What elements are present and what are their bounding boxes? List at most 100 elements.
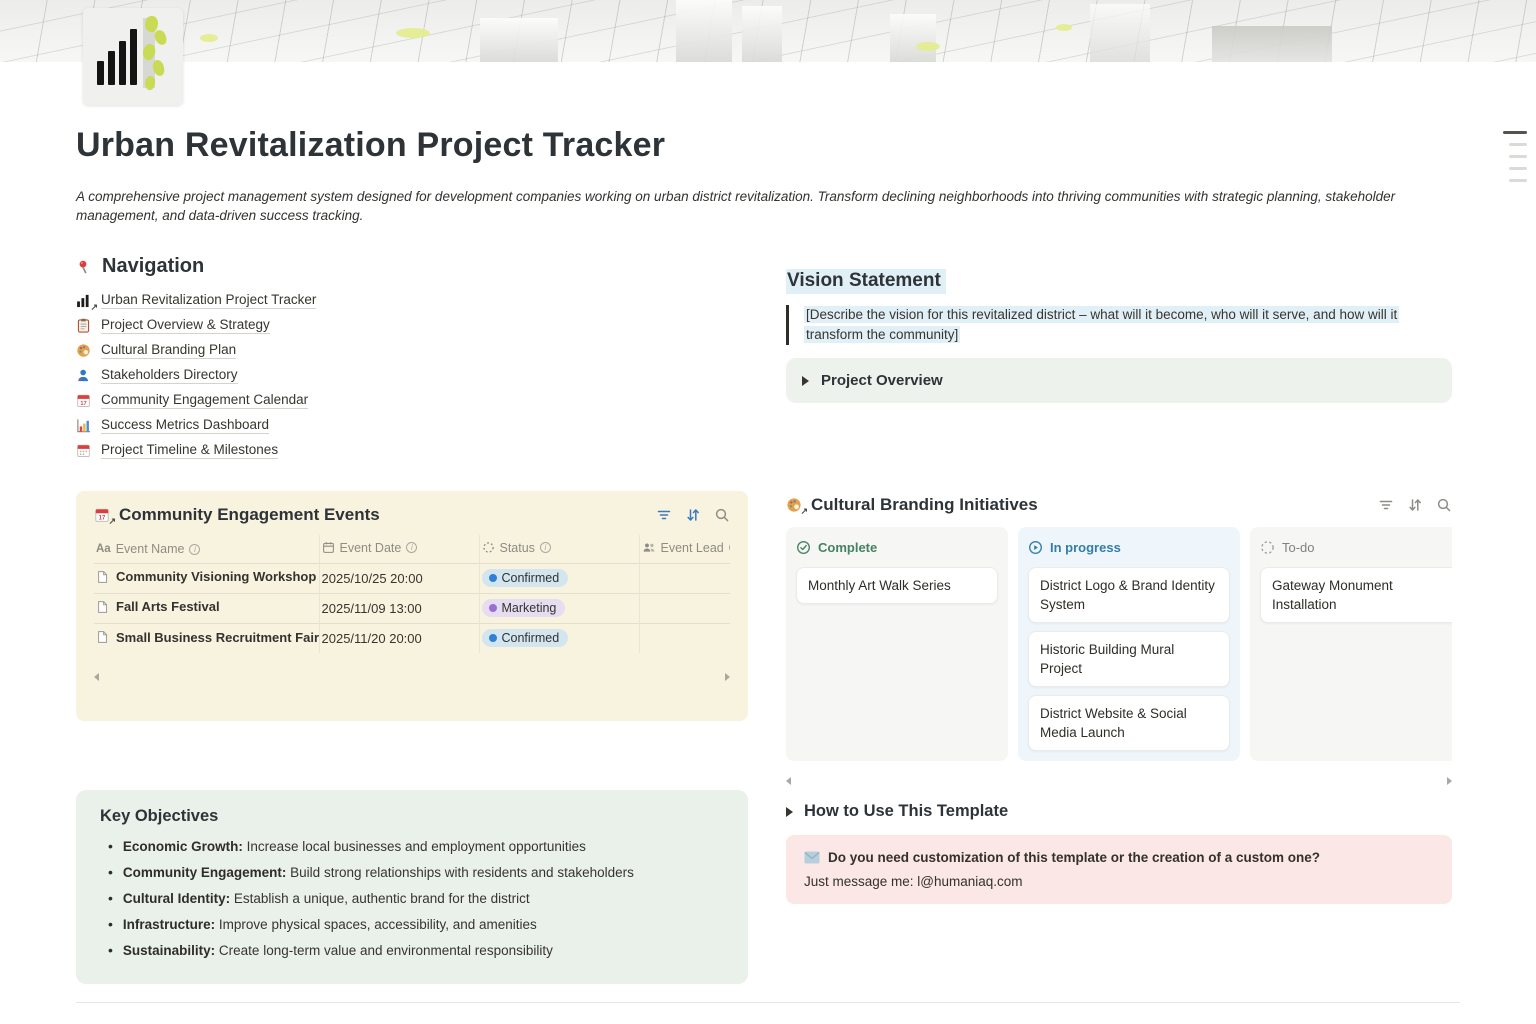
nav-item-engagement-calendar[interactable]: 17 Community Engagement Calendar <box>76 388 748 413</box>
link-arrow-icon: ↗ <box>108 516 116 527</box>
project-overview-toggle[interactable]: Project Overview <box>786 358 1452 403</box>
text-type-icon: Aa <box>96 543 111 555</box>
nav-item-cultural-branding[interactable]: Cultural Branding Plan <box>76 338 748 363</box>
search-icon[interactable] <box>1436 497 1452 513</box>
people-icon <box>76 368 92 384</box>
board-card[interactable]: Gateway Monument Installation <box>1260 567 1452 623</box>
cover-building <box>1212 26 1332 62</box>
dashed-circle-icon <box>1260 540 1275 555</box>
sort-icon[interactable] <box>685 507 701 523</box>
nav-item-success-metrics[interactable]: Success Metrics Dashboard <box>76 413 748 438</box>
sort-icon[interactable] <box>1407 497 1423 513</box>
events-horizontal-scrollbar[interactable] <box>94 673 730 681</box>
board-card[interactable]: Monthly Art Walk Series <box>796 567 998 604</box>
people-header-icon <box>642 541 656 554</box>
event-lead-cell[interactable] <box>639 623 730 653</box>
page-description: A comprehensive project management syste… <box>76 187 1436 225</box>
page-logo[interactable] <box>83 8 183 105</box>
event-name-cell[interactable]: Community Visioning Workshop <box>94 563 319 593</box>
board-column-complete: Complete Monthly Art Walk Series <box>786 527 1008 761</box>
column-header-event-date[interactable]: Event Datei <box>319 535 479 563</box>
event-row[interactable]: Small Business Recruitment Fair 2025/11/… <box>94 623 730 653</box>
cover-building <box>890 14 936 62</box>
chart-icon <box>76 418 92 434</box>
board-card[interactable]: Historic Building Mural Project <box>1028 631 1230 687</box>
community-events-card: 17 ↗ Community Engagement Events <box>76 491 748 721</box>
nav-item-project-overview[interactable]: Project Overview & Strategy <box>76 313 748 338</box>
board-column-in-progress: In progress District Logo & Brand Identi… <box>1018 527 1240 761</box>
navigation-heading: Navigation <box>102 255 204 278</box>
search-icon[interactable] <box>714 507 730 523</box>
scroll-left-icon[interactable] <box>786 777 791 785</box>
logo-bar <box>119 41 126 85</box>
status-dot <box>489 574 497 582</box>
board-title[interactable]: Cultural Branding Initiatives <box>811 495 1038 515</box>
event-date-cell[interactable]: 2025/10/25 20:00 <box>319 563 479 593</box>
event-status-cell[interactable]: Confirmed <box>479 623 639 653</box>
event-lead-cell[interactable] <box>639 593 730 623</box>
navigation-section: Navigation ↗ Urban Revitalization Projec… <box>76 255 748 463</box>
vision-quote: [Describe the vision for this revitalize… <box>786 305 1434 345</box>
toggle-triangle-icon[interactable] <box>786 807 793 817</box>
cover-accent <box>396 28 430 38</box>
bullet-icon: • <box>108 943 113 958</box>
scroll-right-icon[interactable] <box>725 673 730 681</box>
outline-line[interactable] <box>1509 167 1527 170</box>
nav-item-timeline[interactable]: Project Timeline & Milestones <box>76 438 748 463</box>
event-row[interactable]: Fall Arts Festival 2025/11/09 13:00 Mark… <box>94 593 730 623</box>
event-date-cell[interactable]: 2025/11/09 13:00 <box>319 593 479 623</box>
column-header-event-lead[interactable]: Event Leadi <box>639 535 730 563</box>
board-card[interactable]: District Logo & Brand Identity System <box>1028 567 1230 623</box>
nav-item-stakeholders[interactable]: Stakeholders Directory <box>76 363 748 388</box>
cover-accent <box>200 34 218 42</box>
events-title[interactable]: Community Engagement Events <box>119 505 380 525</box>
bullet-icon: • <box>108 865 113 880</box>
how-to-use-toggle[interactable]: How to Use This Template <box>786 802 1452 821</box>
column-header-status[interactable]: Statusi <box>479 535 639 563</box>
scroll-right-icon[interactable] <box>1447 777 1452 785</box>
board-card[interactable]: District Website & Social Media Launch <box>1028 695 1230 751</box>
objective-item: • Infrastructure: Improve physical space… <box>100 912 724 938</box>
event-status-cell[interactable]: Confirmed <box>479 563 639 593</box>
callout-question: Do you need customization of this templa… <box>828 850 1320 865</box>
logo-bar <box>130 29 137 85</box>
event-name-cell[interactable]: Small Business Recruitment Fair <box>94 623 319 653</box>
objective-item: • Sustainability: Create long-term value… <box>100 938 724 964</box>
objective-item: • Cultural Identity: Establish a unique,… <box>100 886 724 912</box>
scroll-left-icon[interactable] <box>94 673 99 681</box>
cover-building <box>1090 4 1150 62</box>
envelope-icon <box>804 851 820 864</box>
vision-section: Vision Statement [Describe the vision fo… <box>786 269 1452 403</box>
event-date-cell[interactable]: 2025/11/20 20:00 <box>319 623 479 653</box>
outline-line[interactable] <box>1509 155 1527 158</box>
event-lead-cell[interactable] <box>639 563 730 593</box>
bullet-icon: • <box>108 839 113 854</box>
outline-line[interactable] <box>1503 131 1527 134</box>
filter-icon[interactable] <box>1378 497 1394 513</box>
status-dot <box>489 604 497 612</box>
info-icon: i <box>189 544 200 555</box>
event-status-cell[interactable]: Marketing <box>479 593 639 623</box>
events-table: Aa Event Namei Event Datei Statusi <box>94 535 730 653</box>
page-outline-indicator[interactable] <box>1503 131 1527 182</box>
status-spin-icon <box>482 541 495 554</box>
toggle-triangle-icon[interactable] <box>802 376 809 386</box>
nav-item-project-tracker[interactable]: ↗ Urban Revitalization Project Tracker <box>76 288 748 313</box>
column-header-todo[interactable]: To-do <box>1260 535 1452 559</box>
page-file-icon <box>96 630 109 644</box>
filter-icon[interactable] <box>656 507 672 523</box>
calendar-icon: 17 <box>76 393 92 409</box>
column-header-in-progress[interactable]: In progress <box>1028 535 1230 559</box>
cover-accent <box>916 42 940 51</box>
outline-line[interactable] <box>1509 179 1527 182</box>
board-horizontal-scrollbar[interactable] <box>786 777 1452 785</box>
callout-contact: Just message me: l@humaniaq.com <box>804 874 1434 889</box>
event-name-cell[interactable]: Fall Arts Festival <box>94 593 319 623</box>
status-badge: Confirmed <box>482 569 569 587</box>
cover-building <box>480 18 558 62</box>
outline-line[interactable] <box>1509 143 1527 146</box>
branding-board-section: ↗ Cultural Branding Initiatives <box>786 495 1452 785</box>
event-row[interactable]: Community Visioning Workshop 2025/10/25 … <box>94 563 730 593</box>
column-header-complete[interactable]: Complete <box>796 535 998 559</box>
column-header-event-name[interactable]: Aa Event Namei <box>94 535 319 563</box>
